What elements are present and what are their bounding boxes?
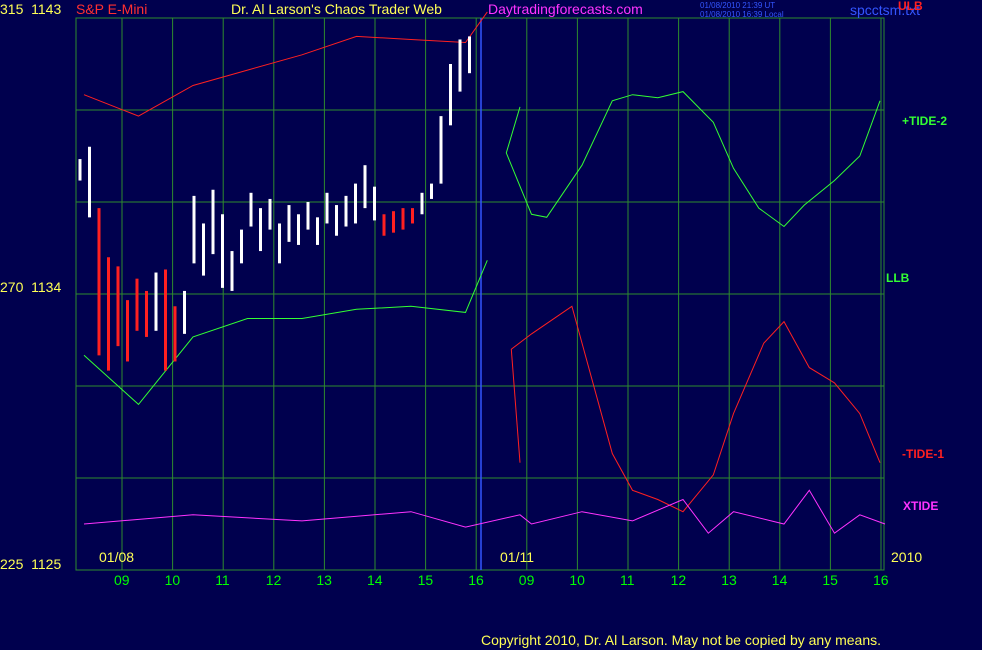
tide1-label: -TIDE-1 — [902, 447, 944, 461]
chart-title: Dr. Al Larson's Chaos Trader Web — [231, 1, 442, 17]
hour-tick-label: 15 — [417, 572, 434, 588]
copyright-notice: Copyright 2010, Dr. Al Larson. May not b… — [481, 632, 882, 648]
date-label-1: 01/08 — [99, 549, 135, 565]
timestamp-block: 01/08/2010 21:39 UT 01/08/2010 16:39 Loc… — [700, 1, 784, 19]
top-price-value: 1143 — [31, 1, 62, 17]
hour-tick-label: 11 — [620, 572, 635, 588]
bottom-wave-value: 225 — [0, 556, 24, 572]
bottom-price-label: 225 1125 — [0, 557, 61, 571]
timestamp-local: 01/08/2010 16:39 Local — [700, 10, 784, 19]
hour-tick-label: 14 — [367, 572, 383, 588]
mid-price-label: 270 1134 — [0, 280, 61, 294]
instrument-title: S&P E-Mini — [76, 1, 148, 17]
top-wave-value: 315 — [0, 1, 24, 17]
chart-window: 315 1143 S&P E-Mini Dr. Al Larson's Chao… — [0, 0, 982, 650]
llb-label: LLB — [886, 271, 910, 285]
hour-tick-label: 14 — [771, 572, 788, 588]
price-chart — [75, 11, 886, 571]
series--tide-1 — [510, 305, 881, 513]
year-label: 2010 — [891, 549, 923, 565]
timestamp-ut: 01/08/2010 21:39 UT — [700, 1, 776, 10]
ulb-label: ULB — [898, 0, 923, 13]
series--tide-2 — [505, 91, 881, 228]
top-price-label: 315 1143 — [0, 2, 61, 16]
series-xtide — [83, 489, 886, 534]
hour-tick-label: 09 — [114, 572, 130, 588]
mid-price-value: 1134 — [31, 279, 62, 295]
hour-tick-label: 15 — [822, 572, 838, 588]
hour-tick-label: 11 — [215, 572, 230, 588]
hour-tick-label: 12 — [670, 572, 687, 588]
tide2-label: +TIDE-2 — [902, 114, 948, 128]
hour-tick-label: 10 — [164, 572, 181, 588]
hour-tick-label: 10 — [569, 572, 585, 588]
hour-tick-label: 12 — [265, 572, 282, 588]
series-llb — [83, 260, 488, 406]
hour-tick-label: 09 — [518, 572, 535, 588]
date-label-2: 01/11 — [500, 549, 534, 565]
series-ulb — [83, 11, 488, 117]
bottom-price-value: 1125 — [31, 556, 62, 572]
hour-tick-label: 13 — [316, 572, 332, 588]
hour-tick-label: 13 — [721, 572, 737, 588]
xtide-label: XTIDE — [903, 499, 939, 513]
mid-wave-value: 270 — [0, 279, 24, 295]
website-link[interactable]: Daytradingforecasts.com — [488, 2, 643, 16]
hour-tick-label: 16 — [873, 572, 889, 588]
hour-tick-label: 16 — [468, 572, 484, 588]
